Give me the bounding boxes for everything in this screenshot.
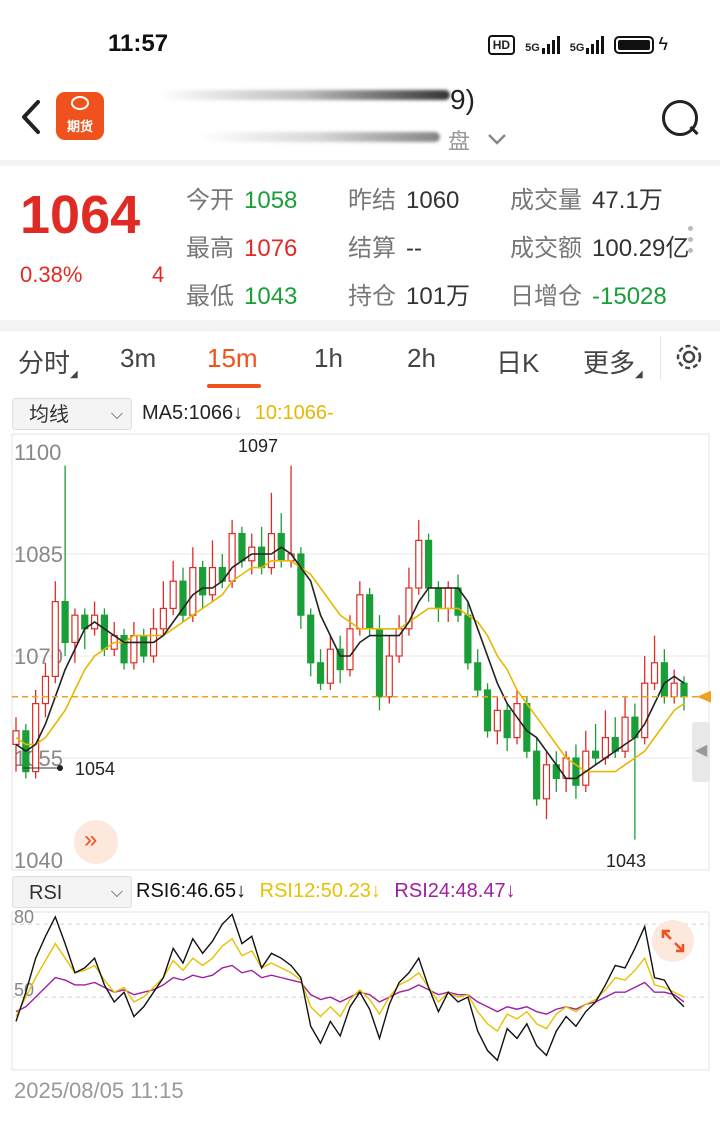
candle-body	[61, 600, 69, 643]
candle-body	[680, 682, 688, 698]
candle-body	[591, 750, 600, 759]
candle-body	[326, 648, 334, 684]
candle-body	[572, 757, 580, 786]
candle-body	[503, 709, 511, 739]
candle-body	[601, 736, 610, 759]
candle-body	[582, 750, 590, 786]
candle-body	[100, 614, 109, 650]
candle-body	[366, 594, 374, 630]
candle-body	[444, 587, 452, 609]
candle-body	[650, 662, 659, 684]
candle-body	[474, 662, 482, 691]
candle-body	[415, 539, 423, 589]
candle-panel-frame	[11, 433, 710, 871]
candle-body	[493, 709, 501, 732]
candle-body	[533, 750, 541, 800]
candle-body	[208, 566, 217, 596]
candle-body	[307, 614, 315, 664]
candle-body	[169, 580, 177, 610]
left-low-label: 1054	[75, 759, 115, 779]
candle-body	[375, 628, 384, 698]
candle-body	[297, 553, 305, 616]
candle-body	[464, 614, 472, 664]
candle-body	[199, 566, 207, 596]
double-chevron-right-icon: »	[84, 826, 98, 853]
candle-body	[140, 634, 148, 657]
candle-body	[356, 594, 364, 630]
y-tick-label: 1040	[14, 848, 63, 873]
candle-body	[670, 682, 678, 698]
y-tick-label: 1100	[14, 440, 61, 465]
candle-body	[641, 682, 649, 739]
candle-body	[346, 628, 354, 671]
candle-body	[385, 655, 393, 698]
low-marker-dot	[57, 765, 63, 771]
candle-body	[660, 662, 668, 698]
chart-canvas[interactable]: 110010851070105510401097104310548050	[0, 0, 720, 1126]
candle-body	[12, 730, 20, 745]
y-tick-label: 1085	[14, 542, 63, 567]
crosshair-date: 2025/08/05 11:15	[14, 1078, 184, 1103]
candle-body	[424, 539, 433, 589]
candle-body	[542, 764, 551, 800]
expand-arrows-icon	[661, 929, 685, 953]
candle-body	[238, 532, 246, 562]
candle-body	[51, 600, 59, 677]
candle-body	[316, 662, 325, 684]
candle-body	[32, 702, 40, 773]
candle-body	[189, 566, 197, 616]
candle-body	[228, 532, 236, 582]
candle-body	[257, 546, 266, 569]
chevron-left-icon: ◀	[695, 742, 708, 759]
candle-body	[434, 587, 443, 609]
rsi-tick-label: 80	[14, 907, 34, 927]
low-label: 1043	[606, 851, 646, 871]
candle-body	[130, 634, 138, 664]
candle-body	[159, 607, 167, 630]
candle-body	[120, 634, 128, 664]
high-label: 1097	[238, 436, 278, 456]
candle-body	[41, 675, 50, 705]
candle-body	[71, 614, 79, 644]
